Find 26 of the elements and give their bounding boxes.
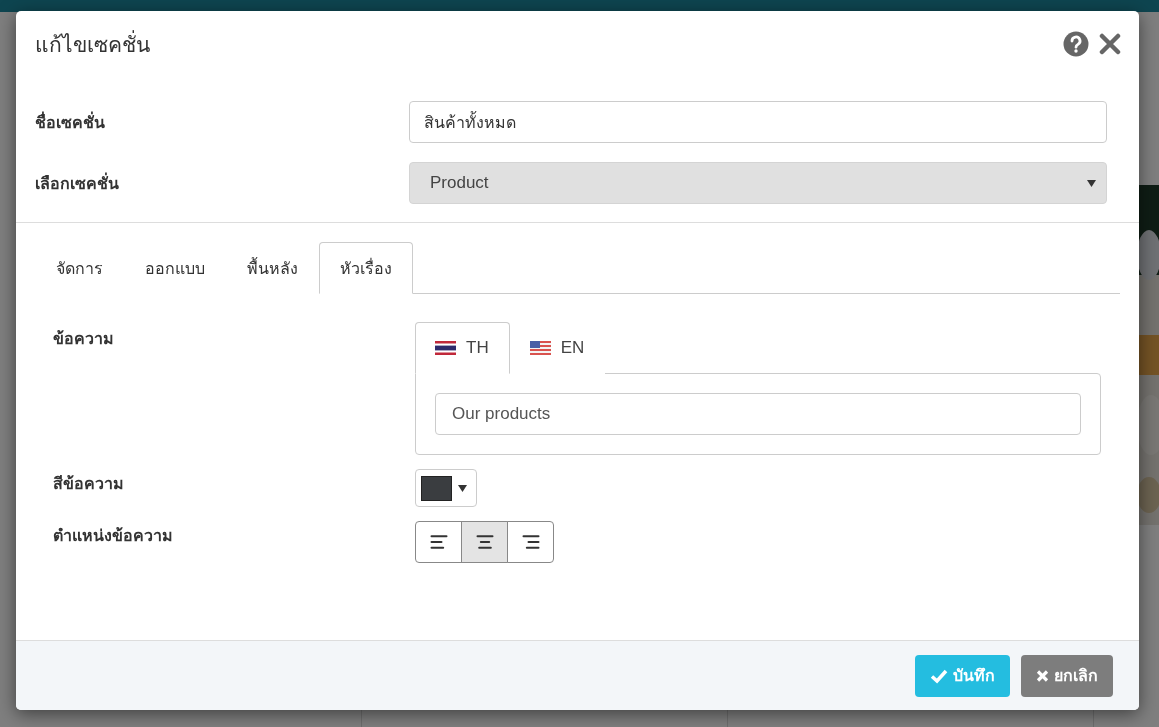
align-right-icon (520, 532, 541, 552)
caret-icon (458, 484, 467, 492)
input-field[interactable]: Our products (435, 393, 1081, 435)
field-label: ตำแหน่งข้อความ (53, 526, 174, 546)
close-icon (1036, 668, 1049, 683)
tab[interactable]: หัวเรื่อง (319, 242, 413, 294)
help-icon[interactable] (1063, 31, 1089, 57)
align-button[interactable] (415, 521, 462, 563)
align-left-icon (428, 532, 449, 552)
field-label: ชื่อเซคชั่น (35, 110, 106, 133)
language-tab[interactable]: TH (415, 322, 510, 374)
align-button[interactable] (461, 521, 508, 563)
check-icon (930, 667, 948, 684)
dialog-title: แก้ไขเซคชั่น (35, 29, 150, 58)
caret-icon (1087, 180, 1096, 187)
close-icon[interactable] (1099, 33, 1121, 55)
align-center-icon (474, 532, 495, 552)
flag-icon (435, 341, 456, 355)
flag-icon (529, 341, 551, 355)
cancel-button[interactable]: ยกเลิก (1021, 654, 1113, 697)
align-button[interactable] (507, 521, 554, 563)
field-label: เลือกเซคชั่น (35, 171, 120, 194)
color-picker[interactable] (415, 469, 477, 507)
field-label: ข้อความ (53, 329, 115, 349)
input-field[interactable]: สินค้าทั้งหมด (409, 101, 1107, 143)
field-label: สีข้อความ (53, 474, 125, 494)
